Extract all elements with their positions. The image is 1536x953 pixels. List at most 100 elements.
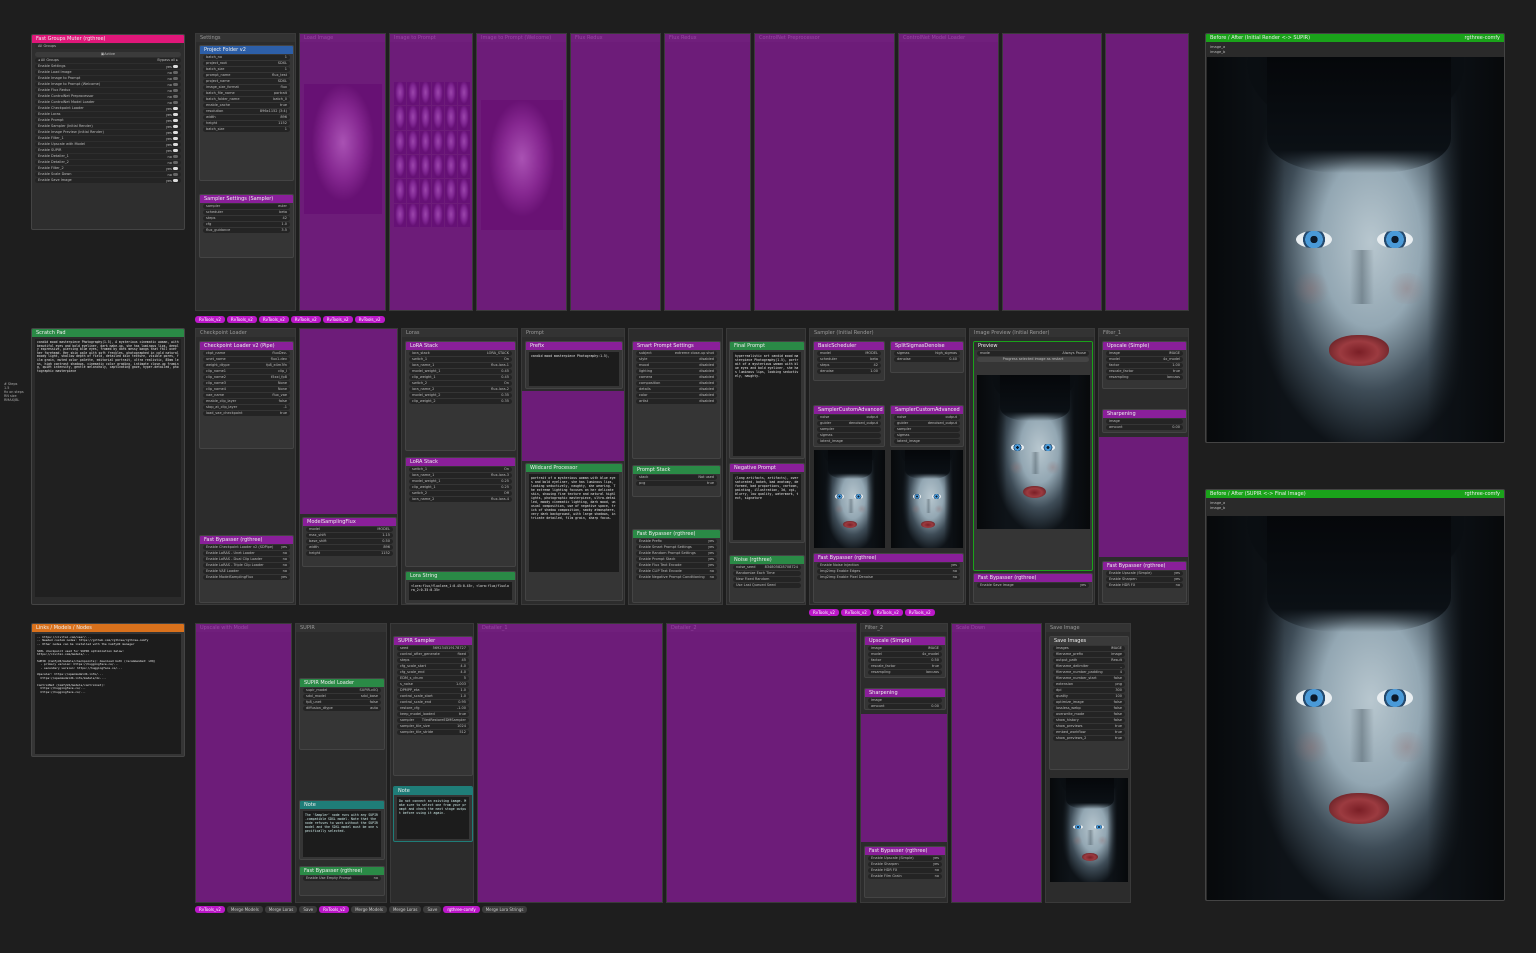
widget-weight-dtype[interactable]: weight_dtype fp8_e4m3fn bbox=[203, 363, 290, 368]
widget-clip-name1[interactable]: clip_name1 clip_l bbox=[203, 369, 290, 374]
group-controlnet-model-loader[interactable]: ControlNet Model Loader bbox=[898, 33, 999, 311]
node-title[interactable]: Preview bbox=[974, 342, 1092, 350]
group-image-preview[interactable]: Image Preview (Initial Render) Preview m… bbox=[969, 328, 1095, 605]
comparison-image-bottom[interactable] bbox=[1207, 516, 1504, 900]
widget-batch-size[interactable]: batch_size 1 bbox=[203, 127, 290, 132]
group-toggle-item[interactable]: Enable Image to Prompt (Welcome) no bbox=[35, 82, 181, 87]
prompt-stack-node[interactable]: Prompt Stack stack Not used pcg true bbox=[632, 465, 721, 497]
sharpening-node-2[interactable]: Sharpening image amount 0.00 bbox=[864, 688, 946, 710]
widget-width[interactable]: width 896 bbox=[203, 115, 290, 120]
widget-enable-cache[interactable]: enable_cache true bbox=[203, 103, 290, 108]
node-title[interactable]: Fast Bypasser (rgthree) bbox=[633, 530, 720, 538]
widget-control-scale-end[interactable]: control_scale_end 0.95 bbox=[397, 700, 469, 705]
toggle-switch-icon[interactable] bbox=[173, 101, 178, 104]
toggle-switch-icon[interactable] bbox=[173, 167, 178, 170]
comparison-image-top[interactable] bbox=[1207, 57, 1504, 442]
group-upscale-with-model[interactable]: Upscale with Model bbox=[195, 623, 292, 903]
widget-scheduler[interactable]: scheduler beta bbox=[817, 357, 881, 362]
widget-lighting[interactable]: lighting disabled bbox=[636, 369, 717, 374]
widget-lora-name-1[interactable]: lora_name_1 flux-lora-1 bbox=[409, 363, 512, 368]
note-text-1[interactable]: The 'Sampler' node runs with any SUPIR-c… bbox=[303, 811, 381, 857]
widget-load-vae-checkpoint[interactable]: load_vae_checkpoint true bbox=[203, 411, 290, 416]
widget-sampler-tile-size[interactable]: sampler_tile_size 1024 bbox=[397, 724, 469, 729]
batch-thumbnail[interactable] bbox=[432, 106, 445, 130]
group-loras-a[interactable]: ModelSamplingFlux model MODEL max_shift 1.1… bbox=[299, 328, 398, 605]
toggle-switch-icon[interactable] bbox=[173, 149, 178, 152]
widget-enable-use-empty-prompt[interactable]: Enable Use Empty Prompt no bbox=[303, 876, 381, 881]
group-toggle-item[interactable]: Enable Save Image yes bbox=[35, 178, 181, 183]
widget-guider[interactable]: guider denoised_output bbox=[894, 421, 960, 426]
preview-node[interactable]: Preview mode Always Pause Progress select… bbox=[973, 341, 1093, 571]
batch-thumbnail[interactable] bbox=[445, 130, 458, 154]
toggle-switch-icon[interactable] bbox=[173, 65, 178, 68]
widget-enable-clip-layer[interactable]: enable_clip_layer false bbox=[203, 399, 290, 404]
batch-thumbnail[interactable] bbox=[458, 106, 470, 130]
widget-resampling[interactable]: resampling lanczos bbox=[868, 670, 942, 675]
group-toggle-item[interactable]: Enable Sampler (Initial Render) yes bbox=[35, 124, 181, 129]
output-link-tag[interactable]: rgthree-comfy bbox=[443, 906, 480, 913]
toggle-switch-icon[interactable] bbox=[173, 125, 178, 128]
final-prompt-node[interactable]: Final Prompt hyperrealistic art candid m… bbox=[729, 341, 805, 459]
widget-clip-name4[interactable]: clip_name4 None bbox=[203, 387, 290, 392]
node-title[interactable]: Fast Bypasser (rgthree) bbox=[865, 847, 945, 855]
upscale-simple-node-2[interactable]: Upscale (Simple) image IMAGE model 4x_model… bbox=[864, 636, 946, 678]
node-title[interactable]: Scratch Pad bbox=[32, 329, 184, 337]
input-image-b[interactable]: image_b bbox=[1210, 50, 1225, 54]
widget-project-root[interactable]: project_root SDXL bbox=[203, 61, 290, 66]
node-title[interactable]: Prompt Stack bbox=[633, 466, 720, 474]
batch-thumbnail[interactable] bbox=[445, 106, 458, 130]
batch-thumbnail[interactable] bbox=[458, 82, 470, 106]
widget-lora-name-1[interactable]: lora_name_1 flux-lora-3 bbox=[409, 473, 512, 478]
widget-pcg[interactable]: pcg true bbox=[636, 481, 717, 486]
node-title[interactable]: SUPIR Sampler bbox=[394, 637, 472, 645]
widget-prompt-name[interactable]: prompt_name flux_test bbox=[203, 73, 290, 78]
group-toggle-item[interactable]: Enable Upscale with Model yes bbox=[35, 142, 181, 147]
widget-sigmas[interactable]: sigmas bbox=[894, 433, 960, 438]
widget-noise[interactable]: noise output bbox=[817, 415, 881, 420]
output-link-tag[interactable]: RvTools_v2 bbox=[258, 316, 289, 323]
widget-batch-file-name[interactable]: batch_file_name portrait bbox=[203, 91, 290, 96]
widget-enable-sharpen[interactable]: Enable Sharpen yes bbox=[868, 862, 942, 867]
group-prompt[interactable]: Prompt Prefix candid mood masterpiece Ph… bbox=[521, 328, 625, 605]
fast-bypasser-filter-2[interactable]: Fast Bypasser (rgthree) Enable Upscale (… bbox=[864, 846, 946, 898]
widget-color[interactable]: color disabled bbox=[636, 393, 717, 398]
widget-supir-model[interactable]: supir_model SUPIR-v0Q bbox=[303, 688, 381, 693]
fast-groups-muter-node[interactable]: Fast Groups Muter (rgthree) All Groups ▣… bbox=[31, 34, 185, 230]
output-link-tag[interactable]: Merge Loras bbox=[388, 906, 422, 913]
group-toggle-item[interactable]: Enable SUPIR yes bbox=[35, 148, 181, 153]
toggle-switch-icon[interactable] bbox=[173, 155, 178, 158]
node-title[interactable]: Smart Prompt Settings bbox=[633, 342, 720, 350]
batch-thumbnail[interactable] bbox=[419, 179, 432, 203]
node-title[interactable]: Fast Groups Muter (rgthree) bbox=[32, 35, 184, 43]
node-title[interactable]: Sharpening bbox=[865, 689, 945, 697]
group-image-to-prompt[interactable]: Image to Prompt bbox=[389, 33, 473, 311]
group-controlnet-extra[interactable] bbox=[1002, 33, 1102, 311]
widget-enable-prefix[interactable]: Enable Prefix yes bbox=[636, 539, 717, 544]
batch-thumbnail[interactable] bbox=[406, 130, 419, 154]
group-image-to-prompt-welcome[interactable]: Image to Prompt (Welcome) bbox=[476, 33, 567, 311]
widget-switch-2[interactable]: switch_2 On bbox=[409, 381, 512, 386]
sampler-preview-1[interactable] bbox=[814, 450, 885, 548]
widget-stop-at-clip-layer[interactable]: stop_at_clip_layer -1 bbox=[203, 405, 290, 410]
progress-button[interactable]: Progress selected image as restart bbox=[977, 357, 1089, 362]
widget-s-noise[interactable]: s_noise 1.003 bbox=[397, 682, 469, 687]
widget-filename-delimiter[interactable]: filename_delimiter _ bbox=[1053, 664, 1125, 669]
widget-width[interactable]: width 896 bbox=[306, 545, 393, 550]
sampler-settings-node[interactable]: Sampler Settings (Sampler) sampler euler s… bbox=[199, 194, 294, 258]
batch-thumbnail[interactable] bbox=[445, 179, 458, 203]
output-link-tag[interactable]: RvTools_v2 bbox=[322, 316, 353, 323]
widget-cfg[interactable]: cfg 1.0 bbox=[203, 222, 290, 227]
batch-thumbnail[interactable] bbox=[394, 82, 406, 106]
widget-resampling[interactable]: resampling lanczos bbox=[1106, 375, 1183, 380]
batch-thumbnail[interactable] bbox=[419, 106, 432, 130]
widget-guider[interactable]: guider denoised_output bbox=[817, 421, 881, 426]
notes-node[interactable]: Links / Models / Nodes -- https://civita… bbox=[31, 623, 185, 757]
widget-filename-prefix[interactable]: filename_prefix image bbox=[1053, 652, 1125, 657]
sharpening-node[interactable]: Sharpening image amount 0.00 bbox=[1102, 409, 1187, 433]
fast-bypasser-preview[interactable]: Fast Bypasser (rgthree) Enable Save Imag… bbox=[973, 573, 1093, 603]
node-title[interactable]: Fast Bypasser (rgthree) bbox=[1103, 562, 1186, 570]
toggle-switch-icon[interactable] bbox=[173, 89, 178, 92]
widget-factor[interactable]: factor 1.00 bbox=[1106, 363, 1183, 368]
batch-thumbnail[interactable] bbox=[406, 179, 419, 203]
widget-sampler[interactable]: sampler euler bbox=[203, 204, 290, 209]
